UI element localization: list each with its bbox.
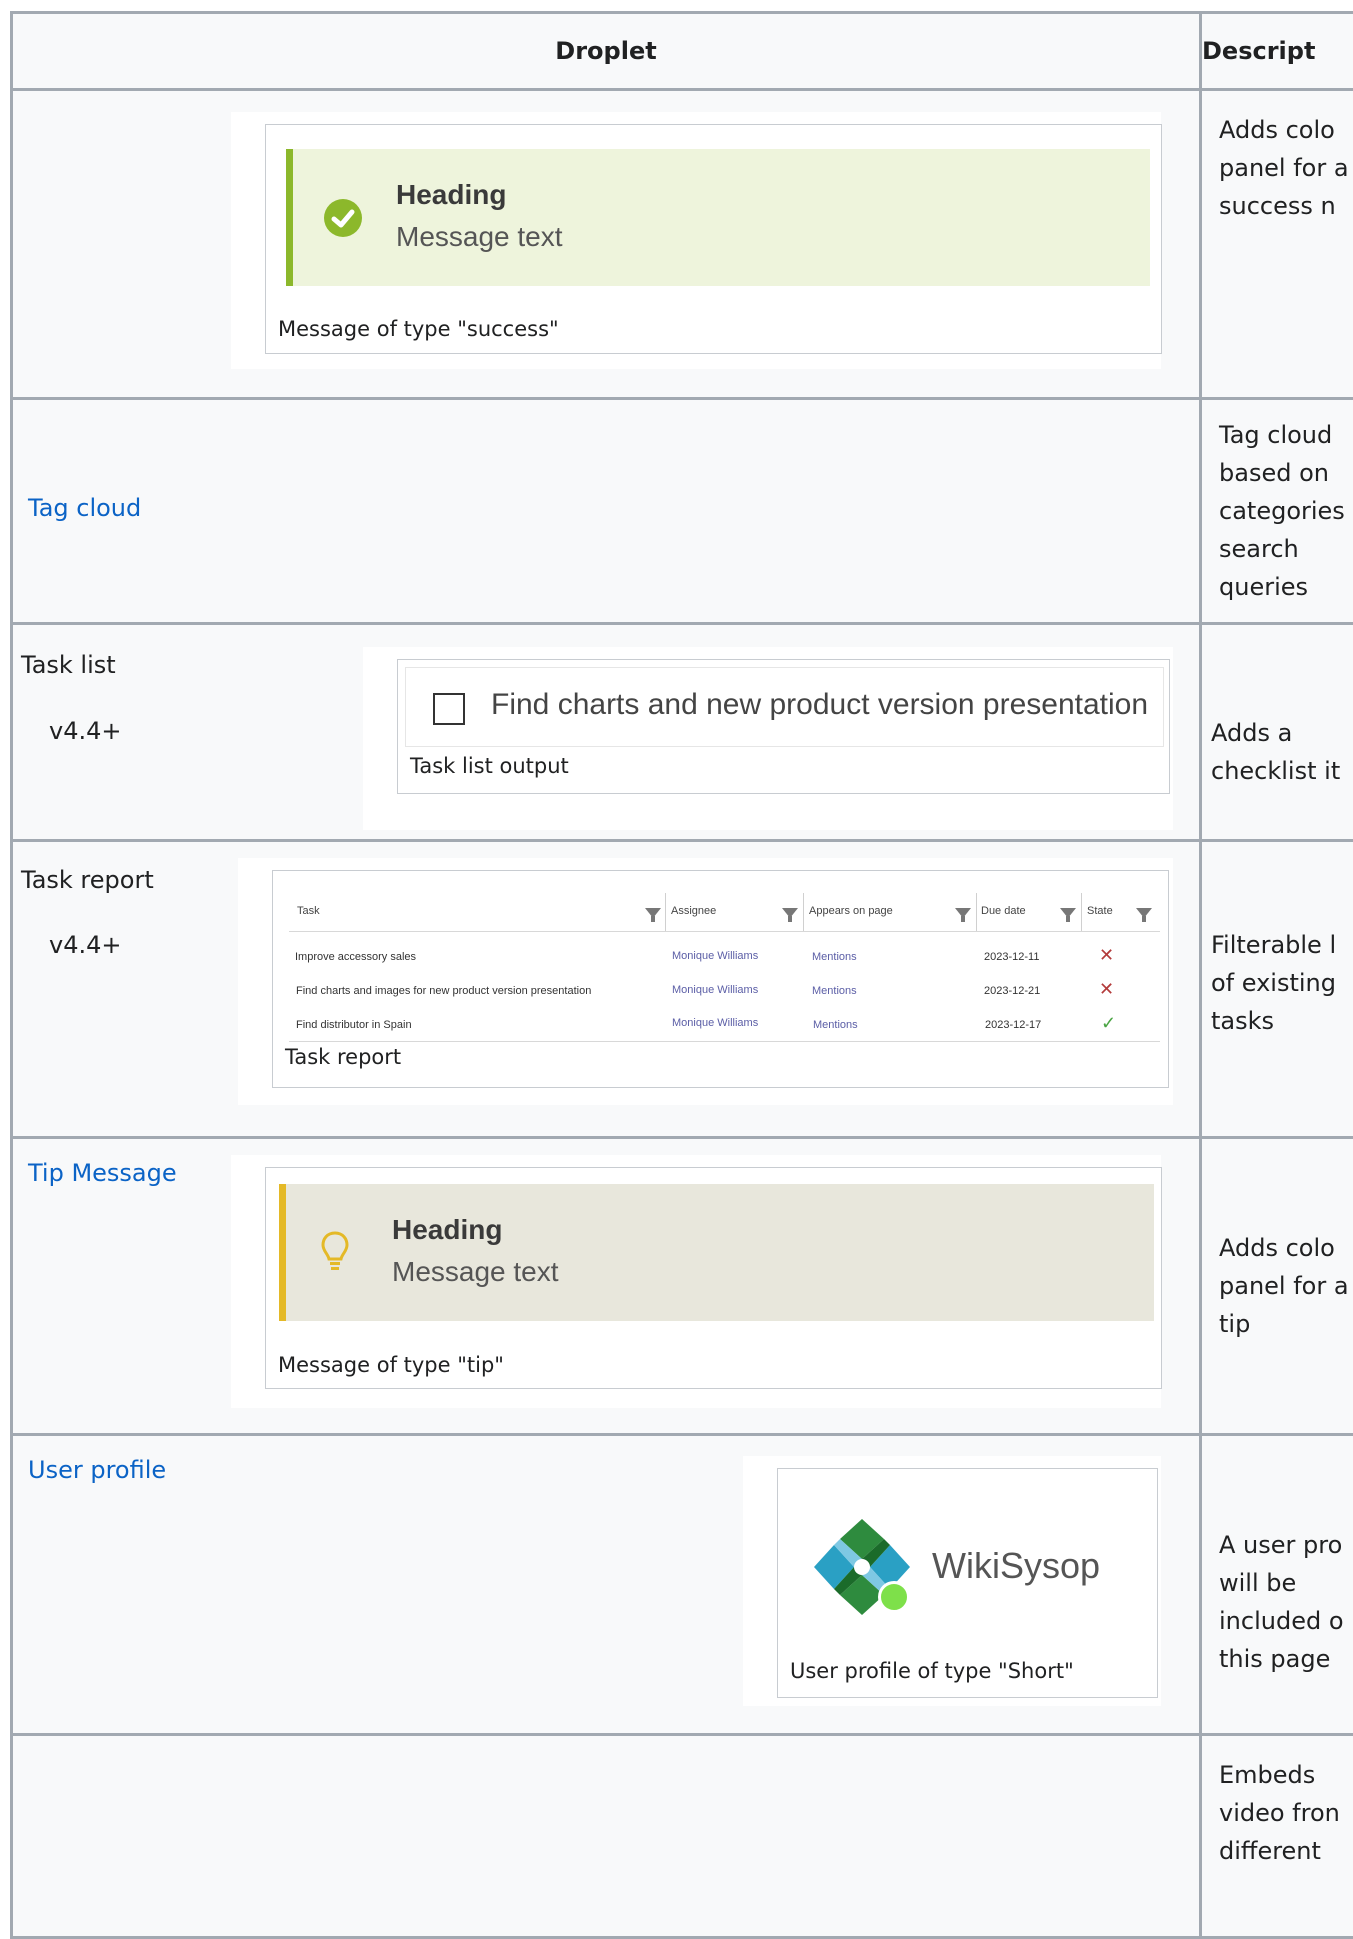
username: WikiSysop xyxy=(932,1545,1100,1587)
figure-caption: Message of type "tip" xyxy=(278,1353,504,1377)
droplet-cell: Task list v4.4+ Find charts and new prod… xyxy=(12,624,1201,841)
figure: Heading Message text Message of type "su… xyxy=(231,112,1161,369)
description-text: Tag cloud based on categories search que… xyxy=(1219,416,1345,606)
thumbnail-frame: Heading Message text Message of type "ti… xyxy=(265,1167,1162,1389)
page-link[interactable]: Mentions xyxy=(812,951,857,963)
thumbnail-frame: Task Assignee Appears on page Due date S… xyxy=(272,870,1169,1088)
user-profile-card[interactable]: WikiSysop xyxy=(785,1475,1149,1650)
task-item: Find charts and new product version pres… xyxy=(405,667,1164,747)
figure: WikiSysop User profile of type "Short" xyxy=(743,1456,1161,1706)
thumbnail-frame: Find charts and new product version pres… xyxy=(397,659,1170,794)
droplet-cell: Task report v4.4+ Task Assignee Appears … xyxy=(12,841,1201,1138)
tip-message-link[interactable]: Tip Message xyxy=(28,1159,177,1187)
description-column-header: Descript xyxy=(1201,13,1353,90)
state-open-icon: ✕ xyxy=(1099,979,1114,1000)
filter-icon[interactable] xyxy=(782,908,798,918)
thumbnail-frame: Heading Message text Message of type "su… xyxy=(265,124,1162,354)
due-date-cell: 2023-12-17 xyxy=(985,1019,1041,1031)
filter-icon[interactable] xyxy=(1136,908,1152,918)
message-heading: Heading xyxy=(396,179,506,211)
due-date-cell: 2023-12-21 xyxy=(984,985,1040,997)
droplet-cell: User profile xyxy=(12,1435,1201,1735)
task-report-table: Task Assignee Appears on page Due date S… xyxy=(281,877,1160,1037)
task-cell: Find charts and images for new product v… xyxy=(296,985,591,997)
assignee-link[interactable]: Monique Williams xyxy=(672,1017,758,1029)
table-row: Tip Message Heading Message text Message… xyxy=(12,1138,1353,1435)
description-text: Embeds video fron different xyxy=(1219,1756,1340,1870)
tag-cloud-link[interactable]: Tag cloud xyxy=(28,494,141,522)
table-row: Task list v4.4+ Find charts and new prod… xyxy=(12,624,1353,841)
droplet-cell: Tip Message Heading Message text Message… xyxy=(12,1138,1201,1435)
filter-icon[interactable] xyxy=(1060,908,1076,918)
table-row: User profile xyxy=(12,1435,1353,1735)
state-done-icon: ✓ xyxy=(1101,1013,1116,1034)
table-row: Embeds video fron different xyxy=(12,1735,1353,1938)
success-message-panel: Heading Message text xyxy=(286,149,1150,286)
column-header-assignee: Assignee xyxy=(671,905,716,917)
figure: Heading Message text Message of type "ti… xyxy=(231,1155,1161,1408)
droplet-cell xyxy=(12,1735,1201,1938)
droplet-cell: Heading Message text Message of type "su… xyxy=(12,90,1201,399)
check-circle-icon xyxy=(324,199,362,237)
message-heading: Heading xyxy=(392,1214,502,1246)
tip-message-panel: Heading Message text xyxy=(279,1184,1154,1321)
figure-caption: Task report xyxy=(285,1045,401,1069)
column-header-task: Task xyxy=(297,905,320,917)
due-date-cell: 2023-12-11 xyxy=(984,951,1039,963)
task-cell: Find distributor in Spain xyxy=(296,1019,412,1031)
filter-icon[interactable] xyxy=(955,908,971,918)
column-header-state: State xyxy=(1087,905,1113,917)
droplet-name: Task report xyxy=(21,866,154,894)
message-text: Message text xyxy=(396,221,563,253)
figure-caption: User profile of type "Short" xyxy=(790,1659,1074,1683)
version-label: v4.4+ xyxy=(49,717,121,745)
state-open-icon: ✕ xyxy=(1099,945,1114,966)
description-cell: Adds colo panel for a tip xyxy=(1201,1138,1353,1435)
table-row: Task report v4.4+ Task Assignee Appears … xyxy=(12,841,1353,1138)
table-row: Heading Message text Message of type "su… xyxy=(12,90,1353,399)
online-status-indicator xyxy=(878,1581,910,1613)
column-header-due-date: Due date xyxy=(981,905,1026,917)
thumbnail-frame: WikiSysop User profile of type "Short" xyxy=(777,1468,1158,1698)
figure-caption: Message of type "success" xyxy=(278,317,559,341)
figure: Find charts and new product version pres… xyxy=(363,647,1173,830)
description-text: Adds colo panel for a tip xyxy=(1219,1229,1349,1343)
version-label: v4.4+ xyxy=(49,931,121,959)
description-cell: Adds colo panel for a success n xyxy=(1201,90,1353,399)
task-checkbox[interactable] xyxy=(433,693,465,725)
task-item-text: Find charts and new product version pres… xyxy=(491,688,1148,722)
description-cell: Tag cloud based on categories search que… xyxy=(1201,399,1353,624)
description-cell: Filterable l of existing tasks xyxy=(1201,841,1353,1138)
filter-icon[interactable] xyxy=(645,908,661,918)
assignee-link[interactable]: Monique Williams xyxy=(672,984,758,996)
figure: Task Assignee Appears on page Due date S… xyxy=(238,858,1173,1105)
avatar xyxy=(812,1517,912,1617)
figure-caption: Task list output xyxy=(410,754,569,778)
description-text: Adds colo panel for a success n xyxy=(1219,111,1349,225)
column-header-page: Appears on page xyxy=(809,905,893,917)
description-text: Adds a checklist it xyxy=(1211,714,1340,790)
description-cell: Adds a checklist it xyxy=(1201,624,1353,841)
assignee-link[interactable]: Monique Williams xyxy=(672,950,758,962)
droplet-table: Droplet Descript Heading Message text Me… xyxy=(10,11,1353,1939)
table-header-row: Droplet Descript xyxy=(12,13,1353,90)
description-text: Filterable l of existing tasks xyxy=(1211,926,1336,1040)
message-text: Message text xyxy=(392,1256,559,1288)
description-text: A user pro will be included o this page xyxy=(1219,1526,1344,1678)
page-link[interactable]: Mentions xyxy=(813,1019,858,1031)
droplet-name: Task list xyxy=(21,651,116,679)
table-row: Tag cloud Tag cloud based on categories … xyxy=(12,399,1353,624)
task-cell: Improve accessory sales xyxy=(295,951,416,963)
droplet-cell: Tag cloud xyxy=(12,399,1201,624)
description-cell: Embeds video fron different xyxy=(1201,1735,1353,1938)
description-cell: A user pro will be included o this page xyxy=(1201,1435,1353,1735)
user-profile-link[interactable]: User profile xyxy=(28,1456,166,1484)
page-link[interactable]: Mentions xyxy=(812,985,857,997)
droplet-column-header: Droplet xyxy=(12,13,1201,90)
lightbulb-icon xyxy=(320,1230,350,1274)
